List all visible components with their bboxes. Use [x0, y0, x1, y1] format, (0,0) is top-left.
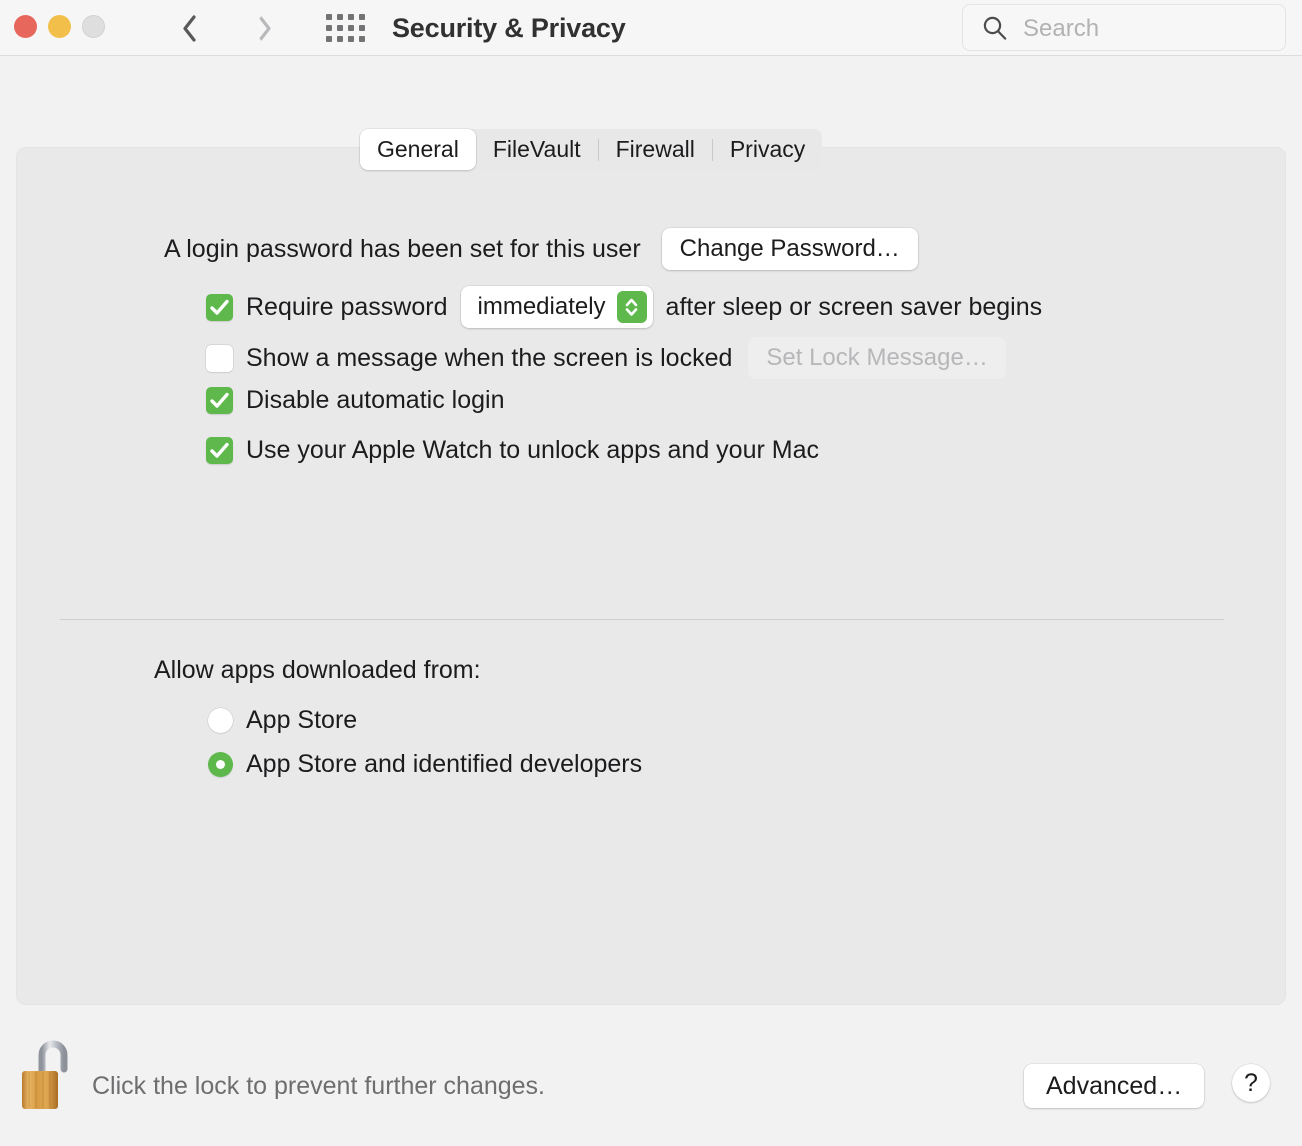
- checkmark-icon: [210, 299, 229, 315]
- disable-auto-login-checkbox[interactable]: [206, 386, 233, 414]
- traffic-lights: [14, 15, 105, 38]
- grid-dot: [325, 14, 332, 20]
- lock-hint-text: Click the lock to prevent further change…: [92, 1072, 546, 1100]
- search-field[interactable]: Search: [962, 4, 1286, 51]
- allow-apps-title: Allow apps downloaded from:: [154, 656, 481, 684]
- lock-message-label: Show a message when the screen is locked: [246, 344, 733, 372]
- help-button[interactable]: ?: [1232, 1064, 1270, 1102]
- require-password-popup[interactable]: immediately: [460, 286, 653, 328]
- grid-dot: [325, 25, 332, 31]
- require-password-label: Require password: [246, 293, 448, 321]
- checkmark-icon: [210, 442, 229, 458]
- disable-auto-login-label: Disable automatic login: [246, 386, 505, 414]
- radio-app-store-identified-label: App Store and identified developers: [246, 750, 643, 778]
- grid-dot: [336, 14, 343, 20]
- minimize-button[interactable]: [48, 15, 71, 38]
- login-password-status: A login password has been set for this u…: [164, 235, 641, 263]
- search-icon: [983, 16, 1007, 40]
- login-password-row: A login password has been set for this u…: [164, 228, 918, 270]
- require-password-row: Require password immediately after sleep…: [206, 286, 1042, 328]
- grid-dot: [358, 36, 365, 42]
- apple-watch-label: Use your Apple Watch to unlock apps and …: [246, 436, 819, 464]
- grid-dot: [336, 25, 343, 31]
- tab-firewall[interactable]: Firewall: [599, 129, 712, 170]
- unlocked-padlock-icon: [22, 1040, 68, 1109]
- grid-dot: [347, 25, 354, 31]
- lock-message-row: Show a message when the screen is locked…: [206, 337, 1006, 379]
- advanced-button[interactable]: Advanced…: [1024, 1064, 1205, 1108]
- forward-button[interactable]: [241, 5, 287, 51]
- lock-message-checkbox[interactable]: [206, 344, 233, 372]
- section-divider: [60, 619, 1224, 620]
- grid-dot: [325, 36, 332, 42]
- stepper-chevrons-icon[interactable]: [616, 291, 647, 323]
- chevron-left-icon: [182, 14, 196, 42]
- chevron-up-down-icon: [625, 298, 638, 316]
- window-titlebar: Security & Privacy Search: [0, 0, 1302, 56]
- grid-dot: [336, 36, 343, 42]
- tab-privacy[interactable]: Privacy: [713, 129, 822, 170]
- change-password-button[interactable]: Change Password…: [661, 228, 918, 270]
- require-password-checkbox[interactable]: [206, 293, 233, 321]
- window-title: Security & Privacy: [392, 13, 626, 43]
- zoom-button[interactable]: [82, 15, 105, 38]
- disable-auto-login-row: Disable automatic login: [206, 385, 504, 415]
- radio-app-store-label: App Store: [246, 706, 358, 734]
- tab-bar: General FileVault Firewall Privacy: [360, 129, 823, 170]
- grid-dot: [347, 14, 354, 20]
- radio-app-store-row[interactable]: App Store: [208, 705, 357, 735]
- back-button[interactable]: [166, 5, 212, 51]
- grid-dot: [358, 25, 365, 31]
- tab-general[interactable]: General: [360, 129, 476, 170]
- general-settings-panel: A login password has been set for this u…: [16, 147, 1286, 1005]
- close-button[interactable]: [14, 15, 37, 38]
- set-lock-message-button[interactable]: Set Lock Message…: [748, 337, 1006, 379]
- grid-dot: [347, 36, 354, 42]
- grid-dot: [358, 14, 365, 20]
- lock-button[interactable]: [18, 1037, 76, 1109]
- chevron-right-icon: [257, 14, 271, 42]
- require-password-suffix: after sleep or screen saver begins: [665, 293, 1043, 321]
- apple-watch-row: Use your Apple Watch to unlock apps and …: [206, 435, 819, 465]
- radio-app-store[interactable]: [208, 707, 233, 733]
- radio-app-store-identified-row[interactable]: App Store and identified developers: [208, 749, 642, 779]
- show-all-icon[interactable]: [325, 11, 365, 45]
- search-placeholder: Search: [1023, 15, 1100, 42]
- apple-watch-checkbox[interactable]: [206, 436, 233, 464]
- tab-filevault[interactable]: FileVault: [476, 129, 598, 170]
- require-password-popup-value: immediately: [477, 293, 606, 320]
- radio-app-store-identified-developers[interactable]: [208, 751, 233, 777]
- checkmark-icon: [210, 392, 229, 408]
